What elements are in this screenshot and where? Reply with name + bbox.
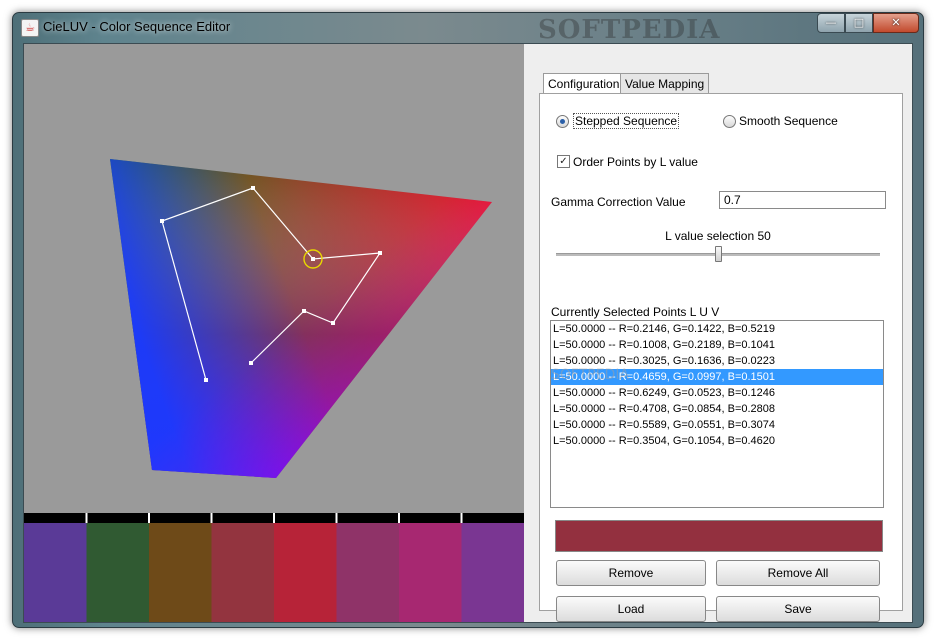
save-button[interactable]: Save — [716, 596, 880, 622]
window-controls: — □ ✕ — [817, 13, 919, 33]
color-sequence-strip — [24, 513, 524, 622]
list-item[interactable]: L=50.0000 -- R=0.6249, G=0.0523, B=0.124… — [551, 385, 883, 401]
point-marker[interactable] — [160, 219, 164, 223]
remove-button[interactable]: Remove — [556, 560, 706, 586]
swatch-tick — [85, 513, 88, 523]
swatch-bar — [24, 513, 524, 622]
color-swatch — [399, 523, 462, 622]
point-marker[interactable] — [331, 321, 335, 325]
stepped-sequence-label[interactable]: Stepped Sequence — [573, 113, 680, 129]
order-points-label[interactable]: Order Points by L value — [573, 155, 698, 169]
stepped-sequence-radio[interactable] — [556, 115, 569, 128]
gamut-plot[interactable] — [24, 44, 524, 513]
swatch-tick — [460, 513, 463, 523]
point-marker[interactable] — [302, 309, 306, 313]
point-marker[interactable] — [204, 378, 208, 382]
order-points-checkbox[interactable]: ✓ — [557, 155, 570, 168]
point-marker[interactable] — [378, 251, 382, 255]
color-swatch — [86, 523, 149, 622]
minimize-button[interactable]: — — [817, 13, 845, 33]
color-swatch — [336, 523, 399, 622]
smooth-sequence-radio[interactable] — [723, 115, 736, 128]
list-item[interactable]: L=50.0000 -- R=0.5589, G=0.0551, B=0.307… — [551, 417, 883, 433]
swatch-tick — [273, 513, 275, 523]
l-value-slider-thumb[interactable] — [715, 246, 722, 262]
maximize-button[interactable]: □ — [845, 13, 873, 33]
list-item[interactable]: L=50.0000 -- R=0.2146, G=0.1422, B=0.521… — [551, 321, 883, 337]
client-area: Configuration Value Mapping Stepped Sequ… — [23, 43, 913, 623]
swatch-tick — [398, 513, 400, 523]
window-title: CieLUV - Color Sequence Editor — [43, 19, 231, 34]
point-marker[interactable] — [249, 361, 253, 365]
points-list-items: L=50.0000 -- R=0.2146, G=0.1422, B=0.521… — [551, 321, 883, 449]
gamut-magenta-layer — [110, 159, 492, 478]
list-item[interactable]: L=50.0000 -- R=0.1008, G=0.2189, B=0.104… — [551, 337, 883, 353]
settings-panel: Configuration Value Mapping Stepped Sequ… — [524, 44, 912, 622]
cieluv-canvas[interactable] — [24, 44, 524, 622]
title-bar[interactable]: ☕ CieLUV - Color Sequence Editor SOFTPED… — [13, 13, 923, 45]
point-marker[interactable] — [311, 257, 315, 261]
color-swatch — [211, 523, 274, 622]
gamma-label: Gamma Correction Value — [551, 195, 686, 209]
gamma-input[interactable] — [719, 191, 886, 209]
color-swatch — [274, 523, 337, 622]
java-app-icon: ☕ — [21, 19, 39, 37]
smooth-sequence-label[interactable]: Smooth Sequence — [739, 114, 838, 128]
selected-color-preview — [555, 520, 883, 552]
selected-points-list[interactable]: L=50.0000 -- R=0.2146, G=0.1422, B=0.521… — [550, 320, 884, 508]
list-item[interactable]: L=50.0000 -- R=0.3504, G=0.1054, B=0.462… — [551, 433, 883, 449]
color-swatch — [149, 523, 212, 622]
swatch-tick — [148, 513, 150, 523]
load-button[interactable]: Load — [556, 596, 706, 622]
color-swatch — [461, 523, 524, 622]
list-watermark: SOFTPEDIA — [551, 367, 630, 383]
swatch-tick — [210, 513, 213, 523]
swatch-tick — [335, 513, 338, 523]
app-window: ☕ CieLUV - Color Sequence Editor SOFTPED… — [12, 12, 924, 628]
tab-configuration[interactable]: Configuration — [543, 73, 625, 95]
selected-points-label: Currently Selected Points L U V — [551, 305, 720, 319]
configuration-tab-panel: Stepped Sequence Smooth Sequence ✓ Order… — [539, 93, 903, 622]
close-button[interactable]: ✕ — [873, 13, 919, 33]
list-item[interactable]: L=50.0000 -- R=0.4708, G=0.0854, B=0.280… — [551, 401, 883, 417]
color-swatch — [24, 523, 87, 622]
tab-value-mapping[interactable]: Value Mapping — [620, 73, 710, 94]
remove-all-button[interactable]: Remove All — [716, 560, 880, 586]
point-marker[interactable] — [251, 186, 255, 190]
l-value-label: L value selection 50 — [665, 229, 771, 243]
softpedia-watermark: SOFTPEDIA — [538, 15, 721, 45]
